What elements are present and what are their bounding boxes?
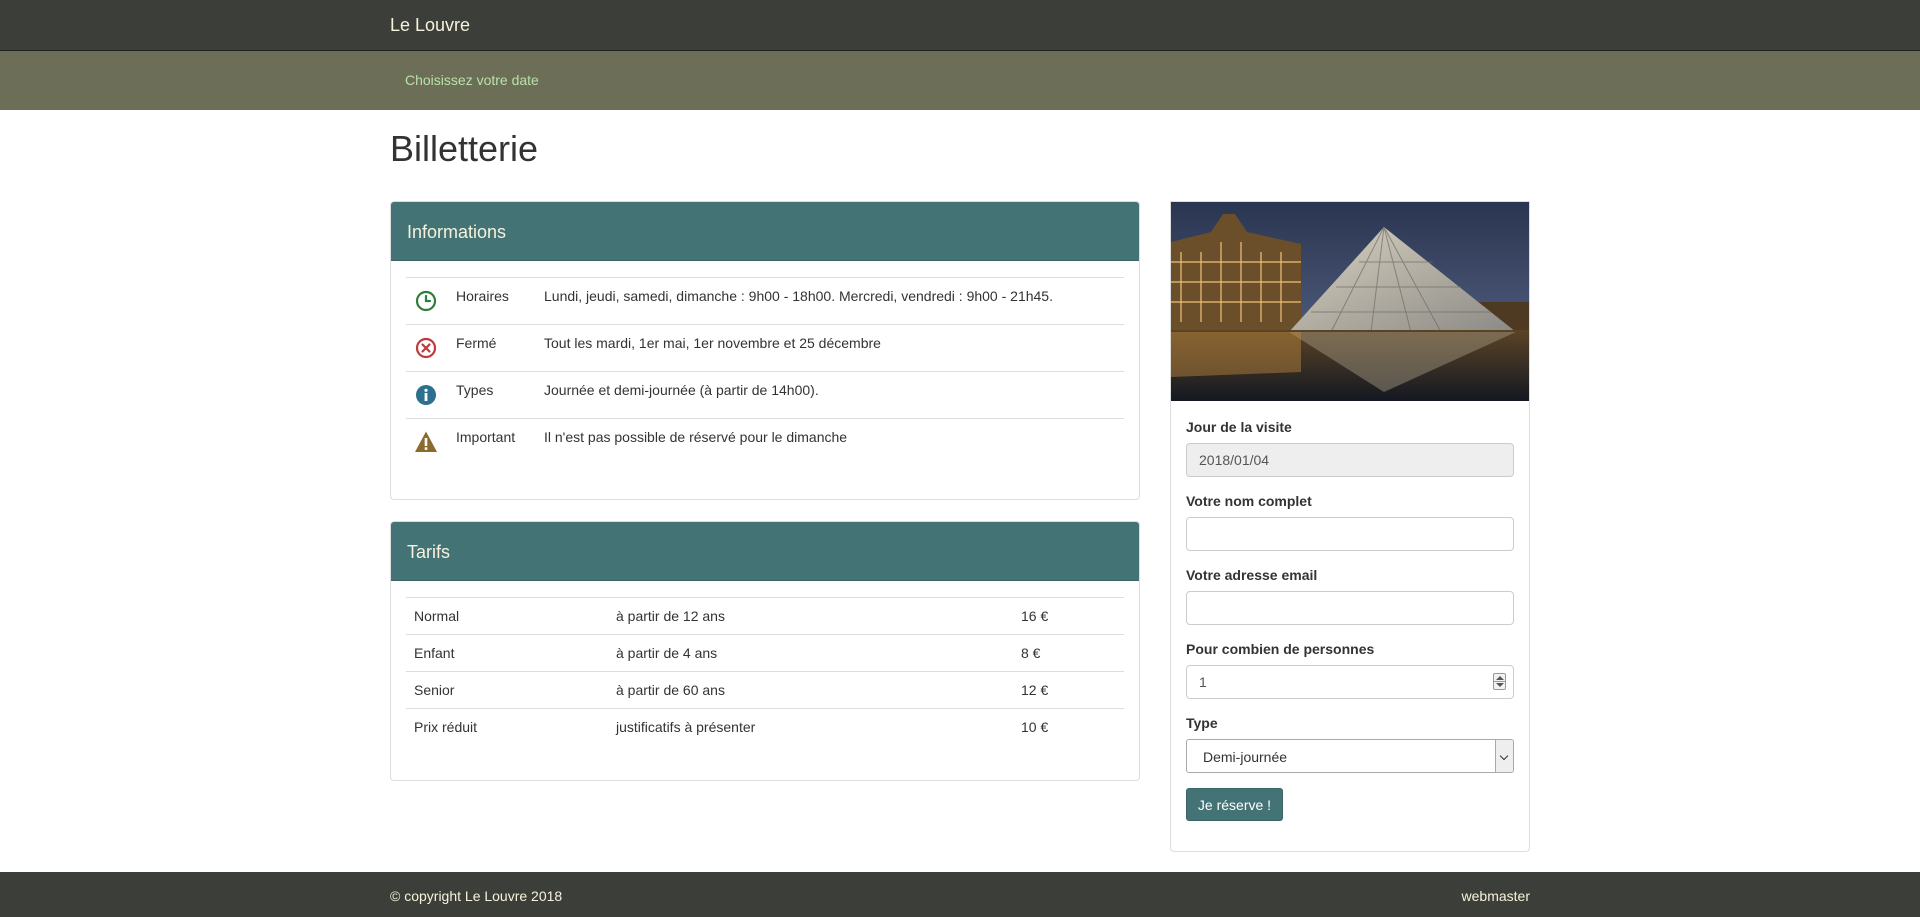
info-row-types: Types Journée et demi-journée (à partir … (406, 372, 1124, 419)
stepper-divider (1494, 681, 1505, 682)
info-value: Journée et demi-journée (à partir de 14h… (544, 382, 819, 398)
full-name-input[interactable] (1186, 517, 1514, 551)
table-row: Senior à partir de 60 ans 12 € (406, 672, 1124, 709)
table-row: Prix réduit justificatifs à présenter 10… (406, 709, 1124, 746)
tarif-condition: à partir de 4 ans (616, 645, 718, 661)
type-selected-value: Demi-journée (1203, 749, 1288, 765)
informations-panel: Informations Horaires Lundi, jeudi, same… (390, 201, 1140, 500)
info-row-ferme: Fermé Tout les mardi, 1er mai, 1er novem… (406, 325, 1124, 372)
info-icon (416, 385, 436, 405)
copyright-text: © copyright Le Louvre 2018 (390, 888, 563, 904)
tarif-price: 10 € (1021, 719, 1049, 735)
chevron-down-icon[interactable] (1495, 740, 1513, 772)
sub-navbar: Choisissez votre date (0, 51, 1920, 110)
stepper-up-icon[interactable] (1496, 676, 1504, 680)
visit-date-label: Jour de la visite (1186, 419, 1292, 435)
footer: © copyright Le Louvre 2018 webmaster (0, 872, 1920, 917)
louvre-pyramid-photo (1171, 202, 1529, 401)
info-label: Horaires (456, 288, 509, 304)
email-input[interactable] (1186, 591, 1514, 625)
info-value: Lundi, jeudi, samedi, dimanche : 9h00 - … (544, 288, 1053, 304)
brand-link[interactable]: Le Louvre (390, 15, 470, 36)
email-label: Votre adresse email (1186, 567, 1318, 583)
tarif-name: Prix réduit (414, 719, 478, 735)
tarifs-panel: Tarifs Normal à partir de 12 ans 16 € En… (390, 521, 1140, 781)
tarif-condition: à partir de 12 ans (616, 608, 725, 624)
webmaster-link[interactable]: webmaster (1462, 888, 1530, 904)
tarif-name: Normal (414, 608, 460, 624)
informations-title: Informations (407, 222, 507, 242)
tarif-condition: à partir de 60 ans (616, 682, 725, 698)
info-row-horaires: Horaires Lundi, jeudi, samedi, dimanche … (406, 278, 1124, 325)
top-navbar: Le Louvre (0, 0, 1920, 51)
table-row: Enfant à partir de 4 ans 8 € (406, 635, 1124, 672)
tarif-name: Enfant (414, 645, 455, 661)
informations-panel-header: Informations (391, 202, 1139, 261)
closed-circle-x-icon (415, 337, 437, 359)
info-row-important: Important Il n'est pas possible de réser… (406, 419, 1124, 466)
info-value: Il n'est pas possible de réservé pour le… (544, 429, 848, 445)
tarif-condition: justificatifs à présenter (616, 719, 756, 735)
informations-list: Horaires Lundi, jeudi, samedi, dimanche … (406, 277, 1124, 466)
reserve-button[interactable]: Je réserve ! (1186, 788, 1283, 821)
persons-label: Pour combien de personnes (1186, 641, 1375, 657)
clock-icon (415, 290, 437, 312)
tarif-name: Senior (414, 682, 455, 698)
reservation-panel: Jour de la visite Votre nom complet Votr… (1170, 201, 1530, 852)
tarifs-title: Tarifs (407, 542, 451, 562)
info-label: Important (456, 429, 516, 445)
full-name-label: Votre nom complet (1186, 493, 1312, 509)
tarif-price: 16 € (1021, 608, 1049, 624)
type-label: Type (1186, 715, 1218, 731)
warning-triangle-icon (415, 431, 437, 452)
tarifs-table: Normal à partir de 12 ans 16 € Enfant à … (406, 597, 1124, 746)
table-row: Normal à partir de 12 ans 16 € (406, 598, 1124, 635)
type-select[interactable]: Demi-journée (1186, 739, 1514, 773)
visit-date-input[interactable] (1186, 443, 1514, 477)
tarifs-panel-header: Tarifs (391, 522, 1139, 581)
info-label: Fermé (456, 335, 497, 351)
persons-input[interactable] (1186, 665, 1514, 699)
tarif-price: 12 € (1021, 682, 1049, 698)
tarif-price: 8 € (1021, 645, 1041, 661)
info-value: Tout les mardi, 1er mai, 1er novembre et… (544, 335, 881, 351)
persons-field (1186, 665, 1514, 699)
stepper-down-icon[interactable] (1496, 683, 1504, 687)
persons-stepper[interactable] (1493, 673, 1506, 690)
page-title: Billetterie (390, 128, 539, 169)
info-label: Types (456, 382, 494, 398)
choose-date-link[interactable]: Choisissez votre date (405, 72, 539, 88)
